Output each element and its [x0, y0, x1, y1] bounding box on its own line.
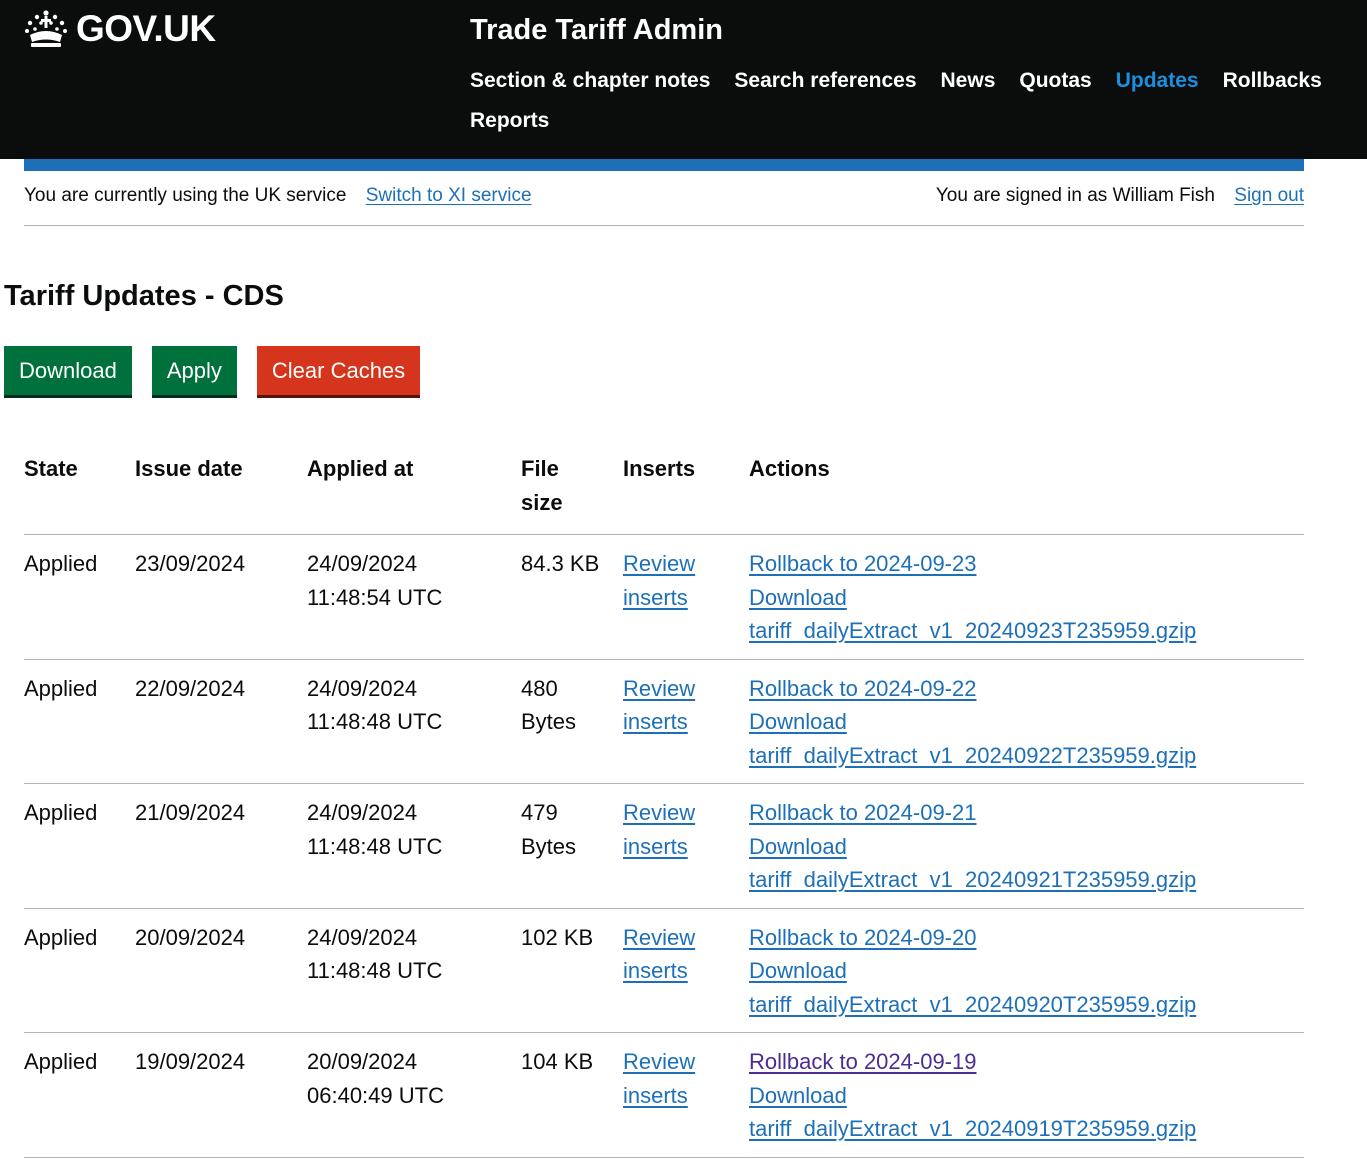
- table-row: Applied 19/09/2024 20/09/2024 06:40:49 U…: [24, 1032, 1304, 1158]
- cell-file-size: 480 Bytes: [521, 659, 623, 784]
- table-row: Applied 23/09/2024 24/09/2024 11:48:54 U…: [24, 534, 1304, 660]
- user-info: You are signed in as William Fish Sign o…: [936, 185, 1304, 207]
- cell-actions: Rollback to 2024-09-23 Download tariff_da…: [749, 534, 1304, 660]
- rollback-link[interactable]: Rollback to 2024-09-21: [749, 800, 976, 825]
- cell-applied-at: 24/09/2024 11:48:48 UTC: [307, 659, 521, 784]
- signed-in-text: You are signed in as William Fish: [935, 185, 1215, 206]
- review-inserts-link[interactable]: Review inserts: [623, 551, 695, 610]
- cell-file-size: 104 KB: [521, 1032, 623, 1158]
- apply-button[interactable]: Apply: [151, 346, 237, 395]
- logo-text: GOV.UK: [76, 8, 216, 49]
- nav-item-news[interactable]: News: [941, 68, 996, 94]
- download-file-link[interactable]: Download tariff_dailyExtract_v1_20240921…: [749, 834, 1196, 893]
- cell-applied-at: 24/09/2024 11:48:54 UTC: [307, 534, 521, 660]
- cell-state: Applied: [24, 1032, 135, 1158]
- current-service-text: You are currently using the UK service: [24, 185, 347, 206]
- download-button[interactable]: Download: [4, 346, 132, 395]
- crown-icon: [25, 10, 67, 47]
- table-header-row: State Issue date Applied at File size In…: [24, 448, 1304, 535]
- nav-item-section-chapter-notes[interactable]: Section & chapter notes: [470, 68, 710, 94]
- cell-inserts: Review inserts: [623, 534, 749, 660]
- cell-inserts: Review inserts: [623, 659, 749, 784]
- cell-issue-date: 20/09/2024: [135, 908, 307, 1033]
- review-inserts-link[interactable]: Review inserts: [623, 676, 695, 735]
- service-name-link[interactable]: Trade Tariff Admin: [470, 14, 723, 47]
- column-header-actions: Actions: [749, 448, 1304, 535]
- rollback-link[interactable]: Rollback to 2024-09-19: [749, 1049, 976, 1074]
- nav-item-search-references[interactable]: Search references: [734, 68, 916, 94]
- download-file-link[interactable]: Download tariff_dailyExtract_v1_20240920…: [749, 958, 1196, 1017]
- nav-item-quotas[interactable]: Quotas: [1019, 68, 1091, 94]
- review-inserts-link[interactable]: Review inserts: [623, 925, 695, 984]
- cell-file-size: 102 KB: [521, 908, 623, 1033]
- cell-file-size: 479 Bytes: [521, 783, 623, 909]
- cell-issue-date: 23/09/2024: [135, 534, 307, 660]
- cell-inserts: Review inserts: [623, 783, 749, 909]
- rollback-link[interactable]: Rollback to 2024-09-22: [749, 676, 976, 701]
- column-header-file-size: File size: [521, 448, 623, 535]
- column-header-state: State: [24, 448, 135, 535]
- page-title: Tariff Updates - CDS: [4, 280, 284, 312]
- cell-actions: Rollback to 2024-09-21 Download tariff_da…: [749, 783, 1304, 909]
- cell-inserts: Review inserts: [623, 908, 749, 1033]
- rollback-link[interactable]: Rollback to 2024-09-23: [749, 551, 976, 576]
- cell-applied-at: 24/09/2024 11:48:48 UTC: [307, 783, 521, 909]
- header-blue-bar: [24, 159, 1304, 171]
- cell-state: Applied: [24, 783, 135, 909]
- cell-state: Applied: [24, 659, 135, 784]
- govuk-logo-link[interactable]: GOV.UK: [24, 8, 216, 50]
- clear-caches-button[interactable]: Clear Caches: [256, 346, 421, 395]
- cell-issue-date: 21/09/2024: [135, 783, 307, 909]
- download-file-link[interactable]: Download tariff_dailyExtract_v1_20240922…: [749, 709, 1196, 768]
- cell-issue-date: 19/09/2024: [135, 1032, 307, 1158]
- cell-actions: Rollback to 2024-09-22 Download tariff_da…: [749, 659, 1304, 784]
- nav-item-reports[interactable]: Reports: [470, 108, 549, 134]
- service-bar: You are currently using the UK service S…: [24, 183, 1304, 226]
- site-header: GOV.UK Trade Tariff Admin Section & chap…: [0, 0, 1367, 159]
- primary-navigation: Section & chapter notes Search reference…: [470, 68, 1330, 134]
- sign-out-link[interactable]: Sign out: [1234, 185, 1304, 206]
- table-row: Applied 22/09/2024 24/09/2024 11:48:48 U…: [24, 659, 1304, 784]
- cell-applied-at: 20/09/2024 06:40:49 UTC: [307, 1032, 521, 1158]
- cell-state: Applied: [24, 534, 135, 660]
- table-row: Applied 20/09/2024 24/09/2024 11:48:48 U…: [24, 908, 1304, 1033]
- download-file-link[interactable]: Download tariff_dailyExtract_v1_20240919…: [749, 1083, 1196, 1142]
- download-file-link[interactable]: Download tariff_dailyExtract_v1_20240923…: [749, 585, 1196, 644]
- action-buttons: Download Apply Clear Caches: [4, 346, 421, 395]
- column-header-inserts: Inserts: [623, 448, 749, 535]
- nav-item-rollbacks[interactable]: Rollbacks: [1223, 68, 1322, 94]
- review-inserts-link[interactable]: Review inserts: [623, 800, 695, 859]
- cell-state: Applied: [24, 908, 135, 1033]
- cell-issue-date: 22/09/2024: [135, 659, 307, 784]
- service-info: You are currently using the UK service S…: [24, 185, 532, 207]
- cell-actions: Rollback to 2024-09-19 Download tariff_da…: [749, 1032, 1304, 1158]
- cell-actions: Rollback to 2024-09-20 Download tariff_da…: [749, 908, 1304, 1033]
- review-inserts-link[interactable]: Review inserts: [623, 1049, 695, 1108]
- rollback-link[interactable]: Rollback to 2024-09-20: [749, 925, 976, 950]
- table-row: Applied 21/09/2024 24/09/2024 11:48:48 U…: [24, 783, 1304, 909]
- cell-inserts: Review inserts: [623, 1032, 749, 1158]
- nav-item-updates[interactable]: Updates: [1116, 68, 1199, 94]
- updates-table: State Issue date Applied at File size In…: [24, 448, 1304, 1158]
- column-header-issue-date: Issue date: [135, 448, 307, 535]
- cell-file-size: 84.3 KB: [521, 534, 623, 660]
- column-header-applied-at: Applied at: [307, 448, 521, 535]
- switch-service-link[interactable]: Switch to XI service: [366, 185, 532, 206]
- cell-applied-at: 24/09/2024 11:48:48 UTC: [307, 908, 521, 1033]
